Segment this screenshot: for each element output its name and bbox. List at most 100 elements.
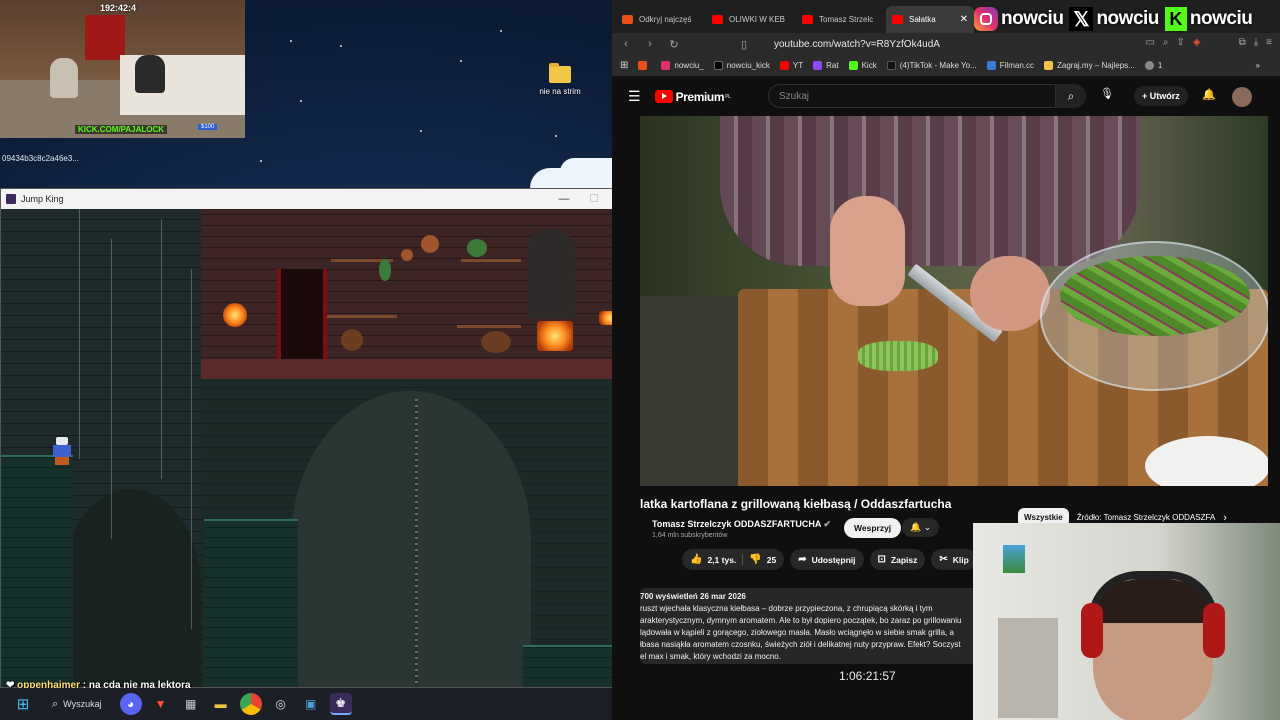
discord-icon[interactable]: ◕ [119,693,142,715]
shelf [998,618,1058,718]
screen-icon[interactable]: ▭ [1145,37,1154,48]
forward-icon[interactable]: › [640,38,660,50]
bookmark-item[interactable]: Zagraj.my – Najleps... [1044,61,1135,70]
rain-line [111,239,112,539]
kitchen-floor [201,359,637,379]
bookmark-item[interactable]: (4)TikTok - Make Yo... [886,61,977,70]
bookmarks-bar: ⊞ nowciu_ nowciu_kick YT Rat Kick (4)Tik… [612,55,1280,77]
video-description[interactable]: 700 wyświetleń 26 mar 2026 ruszt wjechał… [640,588,986,664]
notifications-bell-icon[interactable]: 🔔 [1202,88,1216,101]
jump-king-taskbar-icon[interactable]: ♚ [329,693,352,715]
obs-icon[interactable]: ◎ [270,693,292,715]
menu-icon[interactable]: ≡ [1266,37,1272,48]
windows-start-icon[interactable]: ⊞ [12,693,34,715]
taskbar-search[interactable]: ⌕ Wyszukaj [44,692,110,716]
game-window[interactable]: Jump King — ☐ ✕ [0,188,638,688]
more-bookmarks-icon[interactable]: » [1256,61,1260,70]
like-count[interactable]: 2,1 tys. [707,555,736,565]
rain-line [79,209,80,459]
share-icon[interactable]: ⇪ [1177,37,1185,48]
headphone-cup [1081,603,1103,658]
rain-line [161,219,162,479]
download-icon[interactable]: ⤓ [1254,37,1258,48]
video-player[interactable] [640,116,1268,486]
back-icon[interactable]: ‹ [616,38,636,50]
salad [1060,256,1250,336]
share-button[interactable]: ➦ Udostępnij [790,549,864,570]
browser-tab[interactable]: OLIWKI W KEB [706,6,794,33]
instagram-icon [661,61,671,70]
video-title: latka kartoflana z grillowaną kiełbasą /… [640,497,952,511]
game-viewport[interactable] [1,209,637,687]
star [420,130,422,132]
hand [830,196,905,306]
window-titlebar[interactable]: Jump King [1,189,637,209]
desktop-folder[interactable]: nie na strim [536,63,584,96]
ledge-platform [204,519,298,687]
avatar[interactable] [1232,87,1252,107]
task-manager-icon[interactable]: ▦ [180,693,202,715]
apps-grid-icon[interactable]: ⊞ [620,60,628,71]
hamburger-menu-icon[interactable]: ☰ [628,88,641,105]
social-handle: nowciu [1189,8,1253,29]
bookmark-item[interactable]: Filman.cc [986,61,1034,70]
plant [379,259,391,281]
youtube-logo[interactable]: Premium PL [654,90,731,104]
shelf [461,259,521,262]
bookmark-icon: ⊡ [877,554,886,565]
search-button[interactable]: ⌕ [1056,84,1086,108]
support-button[interactable]: Wesprzyj [844,518,902,538]
social-handle: nowciu [1096,8,1159,29]
brave-icon[interactable]: ▼ [150,693,172,715]
clip-button[interactable]: ✂ Klip [931,549,977,570]
fireplace [537,321,573,351]
bookmark-item[interactable] [638,61,651,70]
toolbar-icons: ▭ ⌕ ⇪ ◈ ⧉ ⤓ ≡ [1145,37,1272,48]
chip-source[interactable]: Źródło: Tomasz Strzelczyk ODDASZFA [1077,513,1216,522]
bookmark-item[interactable]: 1 [1144,61,1162,70]
url-field[interactable]: youtube.com/watch?v=R8YzfOk4udA [774,39,940,50]
star [460,60,462,62]
microphone-icon[interactable]: 🎙 [1100,87,1114,100]
bookmark-item[interactable]: Rat [813,61,839,70]
bookmark-item[interactable]: Kick [848,61,877,70]
star [340,45,342,47]
wall-picture [1003,545,1025,573]
bookmark-item[interactable]: nowciu_kick [713,61,770,70]
thumbs-up-icon[interactable]: 👍 [690,554,702,565]
chevron-right-icon[interactable]: › [1223,512,1227,524]
notifications-dropdown[interactable]: 🔔 ⌄ [902,518,940,537]
browser-tab[interactable]: Odkryj najczęś [616,6,704,33]
folder-label: nie na strim [539,87,581,96]
browser-tab[interactable]: Tomasz Strzelc [796,6,884,33]
thumbs-down-icon[interactable]: 👎 [749,554,761,565]
video-actions: 👍 2,1 tys. 👎 25 ➦ Udostępnij ⊡ Zapisz ✂ Klip [682,549,977,570]
zoom-icon[interactable]: ⌕ [1163,37,1169,48]
bookmark-icon[interactable]: ▯ [734,38,754,51]
browser-tab-active[interactable]: Sałatka ✕ [886,6,974,33]
photos-icon[interactable]: ▣ [300,693,322,715]
reload-icon[interactable]: ↻ [664,38,684,51]
create-button[interactable]: + Utwórz [1134,86,1188,106]
file-explorer-icon[interactable]: ▬ [210,693,232,715]
search-icon: ⌕ [52,697,59,710]
channel-name[interactable]: Tomasz Strzelczyk ODDASZFARTUCHA ✔ [652,519,831,530]
taskbar: ⊞ ⌕ Wyszukaj ◕ ▼ ▦ ▬ ◎ ▣ ♚ [0,688,640,720]
extensions-icon[interactable]: ⧉ [1239,37,1246,48]
bookmark-item[interactable]: nowciu_ [661,61,704,70]
brave-shield-icon[interactable]: ◈ [1193,37,1201,48]
maximize-button[interactable]: ☐ [579,189,609,209]
stream-timer: 1:06:21:57 [839,669,896,683]
hand [970,256,1050,331]
bookmark-item[interactable]: YT [779,61,803,70]
minimize-button[interactable]: — [549,189,579,209]
chimney [527,229,575,319]
table [457,325,521,328]
chrome-icon[interactable] [239,693,262,715]
youtube-search-input[interactable]: Szukaj [768,84,1056,108]
save-button[interactable]: ⊡ Zapisz [869,549,926,570]
scissors-icon: ✂ [939,554,948,565]
tab-label: Sałatka [909,15,936,24]
dislike-count[interactable]: 25 [767,555,776,565]
close-tab-icon[interactable]: ✕ [960,14,968,25]
